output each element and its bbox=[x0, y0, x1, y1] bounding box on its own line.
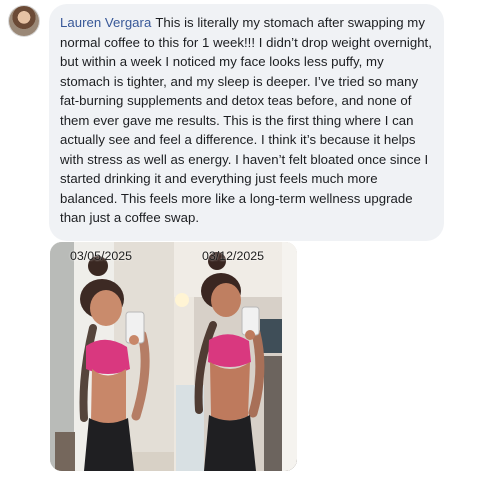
avatar[interactable] bbox=[9, 6, 39, 36]
before-date-label: 03/05/2025 bbox=[70, 249, 133, 263]
before-photo: 03/05/2025 bbox=[50, 242, 174, 471]
before-photo-scene bbox=[50, 242, 174, 471]
before-after-photo[interactable]: 03/05/2025 03/12/2025 bbox=[50, 242, 297, 471]
comment-author-link[interactable]: Lauren Vergara bbox=[60, 15, 151, 30]
after-date-label: 03/12/2025 bbox=[202, 249, 265, 263]
after-photo: 03/12/2025 bbox=[174, 242, 297, 471]
after-photo-scene bbox=[174, 242, 297, 471]
comment-text: This is literally my stomach after swapp… bbox=[60, 15, 432, 225]
comment-bubble: Lauren Vergara This is literally my stoma… bbox=[49, 4, 444, 241]
